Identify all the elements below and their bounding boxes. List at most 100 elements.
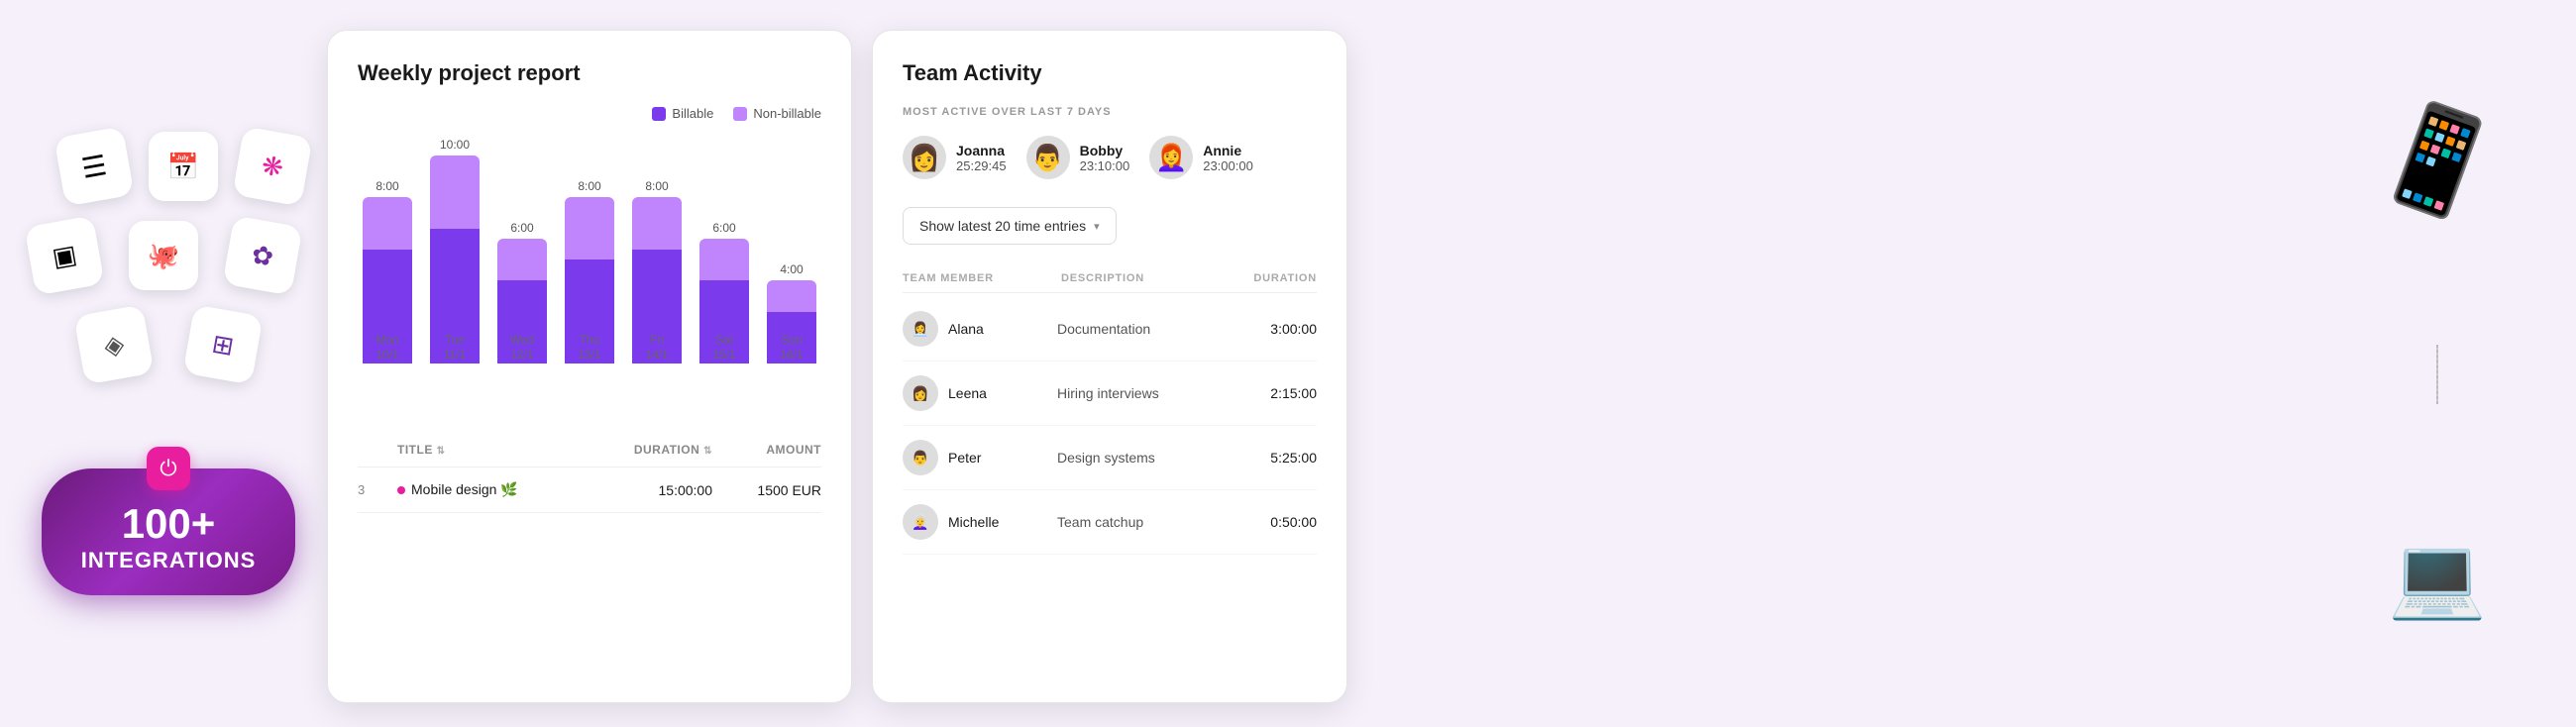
integration-icon-8: ⊞ — [182, 304, 263, 384]
activity-row: 👩‍🦳 MichelleTeam catchup0:50:00 — [903, 490, 1317, 555]
active-user-bobby: Bobby 23:10:00 — [1026, 136, 1130, 179]
bobby-info: Bobby 23:10:00 — [1080, 143, 1130, 173]
bar-non-billable-segment — [699, 239, 749, 280]
bar-day-label-fri: Fri14/1 — [645, 333, 668, 364]
integration-icon-3: ❋ — [232, 126, 312, 206]
bar-label-thu: 8:00 — [578, 179, 600, 193]
activity-duration-michelle: 0:50:00 — [1218, 514, 1317, 530]
legend-billable-label: Billable — [672, 106, 713, 121]
active-user-annie: Annie 23:00:00 — [1149, 136, 1253, 179]
member-col-header: TEAM MEMBER — [903, 272, 1061, 284]
desc-col-header: DESCRIPTION — [1061, 272, 1218, 284]
active-user-joanna: Joanna 25:29:45 — [903, 136, 1007, 179]
project-duration: 15:00:00 — [584, 482, 712, 498]
joanna-name: Joanna — [956, 143, 1007, 158]
project-dot — [397, 486, 405, 494]
bar-label-tue: 10:00 — [440, 138, 470, 152]
bar-group-mon: 8:00 Mon10/1 — [358, 136, 417, 364]
bar-group-tue: 10:00 Tue11/1 — [425, 136, 484, 364]
integration-icon-2: 📅 — [149, 132, 218, 201]
activity-row: 👩‍💼AlanaDocumentation3:00:00 — [903, 297, 1317, 362]
laptop-icon: 💻 — [2388, 531, 2487, 624]
bar-chart: 8:00 Mon10/1 10:00 Tue11/1 6:00 Wed12/1 8:00 Th… — [358, 136, 821, 413]
legend-non-billable-label: Non-billable — [753, 106, 821, 121]
activity-duration-leena: 2:15:00 — [1218, 385, 1317, 401]
right-decoration: 📱 💻 — [2299, 0, 2576, 727]
activity-avatar-michelle: 👩‍🦳 — [903, 504, 938, 540]
active-users-list: Joanna 25:29:45 Bobby 23:10:00 Annie 23:… — [903, 136, 1317, 179]
bobby-name: Bobby — [1080, 143, 1130, 158]
bar-day-label-wed: Wed12/1 — [510, 333, 534, 364]
bar-non-billable-segment — [363, 197, 412, 250]
annie-name: Annie — [1203, 143, 1253, 158]
chart-legend: Billable Non-billable — [358, 106, 821, 121]
integration-icon-6: ✿ — [222, 215, 302, 295]
activity-name-michelle: Michelle — [948, 514, 1057, 530]
bar-day-label-sun: Sun16/1 — [780, 333, 803, 364]
annie-face — [1155, 143, 1187, 173]
activity-table-header: TEAM MEMBER DESCRIPTION DURATION — [903, 264, 1317, 293]
chevron-down-icon: ▾ — [1094, 220, 1100, 233]
hand-phone-icon: 📱 — [2359, 85, 2515, 237]
legend-dot-non-billable — [733, 107, 747, 121]
bar-label-mon: 8:00 — [376, 179, 398, 193]
annie-time: 23:00:00 — [1203, 158, 1253, 173]
table-row: 3 Mobile design 🌿 15:00:00 1500 EUR — [358, 467, 821, 513]
weekly-report-title: Weekly project report — [358, 60, 821, 86]
most-active-label: MOST ACTIVE OVER LAST 7 DAYS — [903, 106, 1317, 118]
bar-day-label-tue: Tue11/1 — [444, 333, 466, 364]
avatar-bobby — [1026, 136, 1070, 179]
bar-group-thu: 8:00 Thu13/1 — [560, 136, 619, 364]
project-num: 3 — [358, 482, 397, 497]
activity-desc-michelle: Team catchup — [1057, 514, 1218, 530]
bobby-face — [1031, 143, 1063, 173]
bar-day-label-thu: Thu13/1 — [578, 333, 600, 364]
integration-icon-4: ▣ — [24, 215, 104, 295]
bar-label-wed: 6:00 — [510, 221, 533, 235]
connection-line — [2436, 345, 2438, 404]
bar-day-label-sat: Sat15/1 — [712, 333, 735, 364]
bar-non-billable-segment — [430, 156, 480, 229]
duration-col-header: DURATION ⇅ — [584, 443, 712, 457]
joanna-face — [909, 143, 940, 173]
bar-label-fri: 8:00 — [645, 179, 668, 193]
bar-non-billable-segment — [632, 197, 682, 250]
amount-col-header: AMOUNT — [712, 443, 821, 457]
bar-non-billable-segment — [565, 197, 614, 260]
bar-group-fri: 8:00 Fri14/1 — [627, 136, 687, 364]
time-entries-dropdown[interactable]: Show latest 20 time entries ▾ — [903, 207, 1117, 245]
integration-icon-5: 🐙 — [129, 221, 198, 290]
activity-name-peter: Peter — [948, 450, 1057, 466]
bar-group-sat: 6:00 Sat15/1 — [695, 136, 754, 364]
integrations-badge: ⏻ 100+ INTEGRATIONS — [42, 468, 296, 595]
joanna-info: Joanna 25:29:45 — [956, 143, 1007, 173]
project-table: TITLE ⇅ DURATION ⇅ AMOUNT 3 Mobile desig… — [358, 433, 821, 513]
bar-day-label-mon: Mon10/1 — [376, 333, 398, 364]
activity-avatar-alana: 👩‍💼 — [903, 311, 938, 347]
avatar-joanna — [903, 136, 946, 179]
table-header: TITLE ⇅ DURATION ⇅ AMOUNT — [358, 433, 821, 467]
title-col-header: TITLE ⇅ — [397, 443, 584, 457]
legend-dot-billable — [652, 107, 666, 121]
integrations-section: ☰ 📅 ❋ ▣ 🐙 ✿ ◈ ⊞ ⏻ 100+ INTEGRATIONS — [0, 0, 337, 727]
bar-group-wed: 6:00 Wed12/1 — [492, 136, 552, 364]
team-activity-card: Team Activity MOST ACTIVE OVER LAST 7 DA… — [872, 30, 1347, 703]
dropdown-label: Show latest 20 time entries — [919, 218, 1086, 234]
bar-non-billable-segment — [497, 239, 547, 280]
activity-rows: 👩‍💼AlanaDocumentation3:00:00👩LeenaHiring… — [903, 297, 1317, 555]
joanna-time: 25:29:45 — [956, 158, 1007, 173]
duration-col-header-act: DURATION — [1218, 272, 1317, 284]
avatar-annie — [1149, 136, 1193, 179]
annie-info: Annie 23:00:00 — [1203, 143, 1253, 173]
activity-duration-peter: 5:25:00 — [1218, 450, 1317, 466]
activity-duration-alana: 3:00:00 — [1218, 321, 1317, 337]
team-activity-title: Team Activity — [903, 60, 1317, 86]
activity-avatar-leena: 👩 — [903, 375, 938, 411]
laptop-decoration: 💻 — [2388, 531, 2487, 624]
integration-icon-7: ◈ — [73, 304, 154, 384]
phone-decoration: 📱 — [2376, 103, 2500, 219]
bar-label-sat: 6:00 — [712, 221, 735, 235]
activity-row: 👩LeenaHiring interviews2:15:00 — [903, 362, 1317, 426]
activity-name-alana: Alana — [948, 321, 1057, 337]
activity-row: 👨PeterDesign systems5:25:00 — [903, 426, 1317, 490]
